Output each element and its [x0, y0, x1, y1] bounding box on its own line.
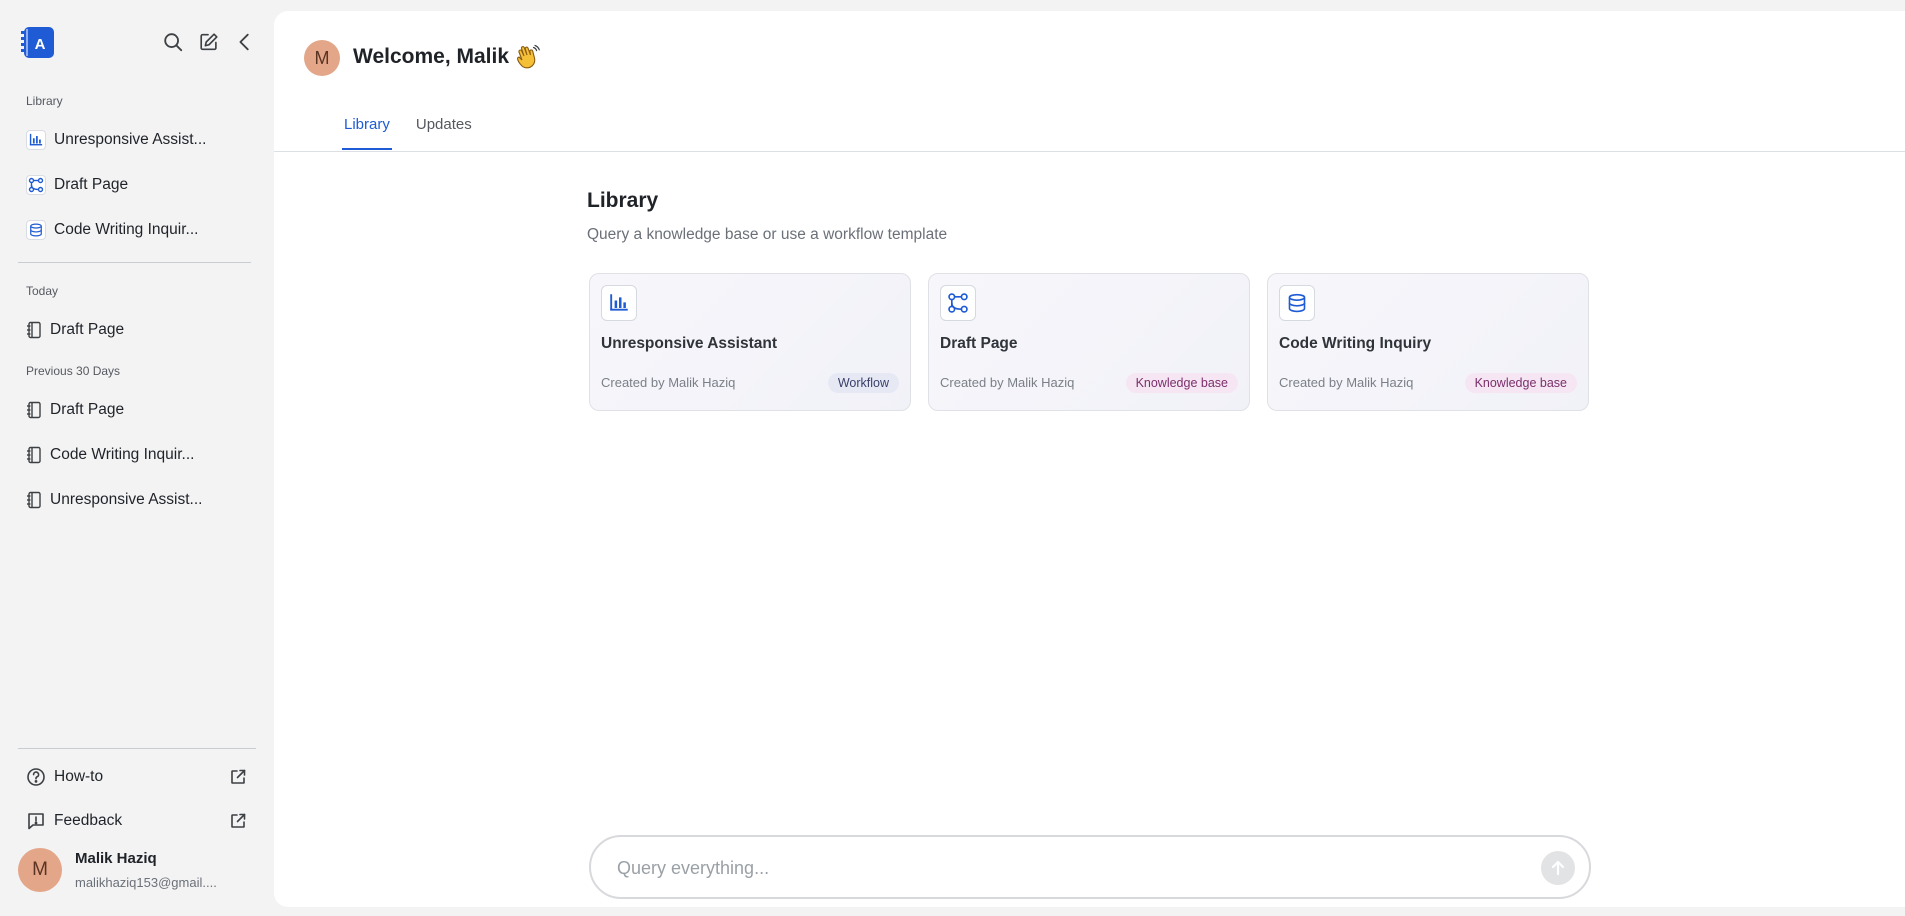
sidebar-history-item[interactable]: Draft Page	[26, 398, 124, 422]
database-icon	[1279, 285, 1315, 321]
sidebar-divider	[18, 262, 251, 263]
card-author: Created by Malik Haziq	[940, 375, 1075, 390]
library-subtitle: Query a knowledge base or use a workflow…	[587, 226, 948, 243]
help-circle-icon	[26, 767, 46, 787]
sidebar-item-label: Draft Page	[50, 401, 125, 418]
workflow-icon	[26, 175, 46, 195]
new-chat-edit-icon[interactable]	[198, 31, 220, 53]
sidebar-item-label: Code Writing Inquir...	[54, 221, 199, 238]
tab-divider	[274, 151, 1905, 152]
tab-library[interactable]: Library	[342, 116, 392, 150]
library-card-code-writing-inquiry[interactable]: Code Writing Inquiry Created by Malik Ha…	[1267, 273, 1589, 411]
arrow-up-icon	[1549, 859, 1567, 877]
card-type-badge: Workflow	[827, 373, 899, 393]
database-icon	[26, 220, 46, 240]
card-title: Unresponsive Assistant	[601, 335, 778, 352]
tab-bar: Library Updates	[342, 116, 474, 150]
app-logo[interactable]: A	[20, 26, 56, 60]
workflow-icon	[940, 285, 976, 321]
notebook-icon	[26, 321, 42, 339]
sidebar-item-draft-page[interactable]: Draft Page	[26, 173, 128, 197]
library-section-label: Library	[26, 94, 63, 108]
today-section-label: Today	[26, 284, 59, 298]
card-title: Draft Page	[940, 335, 1018, 352]
sidebar-item-unresponsive-assistant[interactable]: Unresponsive Assist...	[26, 128, 206, 152]
previous-30-days-section-label: Previous 30 Days	[26, 364, 121, 378]
card-type-badge: Knowledge base	[1464, 373, 1577, 393]
howto-label: How-to	[54, 768, 104, 785]
sidebar-item-code-writing-inquiry[interactable]: Code Writing Inquir...	[26, 218, 198, 242]
svg-text:A: A	[35, 36, 46, 53]
sidebar-item-label: Draft Page	[50, 321, 125, 338]
external-link-icon[interactable]	[229, 812, 247, 830]
waving-hand-icon	[515, 44, 541, 70]
card-title: Code Writing Inquiry	[1279, 335, 1432, 352]
sidebar-footer-divider	[18, 748, 256, 749]
card-type-badge: Knowledge base	[1125, 373, 1238, 393]
bar-chart-icon	[601, 285, 637, 321]
bar-chart-icon	[26, 130, 46, 150]
sidebar-item-label: Unresponsive Assist...	[50, 491, 203, 508]
welcome-heading: Welcome, Malik	[353, 44, 541, 70]
card-author: Created by Malik Haziq	[601, 375, 736, 390]
collapse-sidebar-chevron-icon[interactable]	[234, 31, 256, 53]
sidebar-item-label: Unresponsive Assist...	[54, 131, 207, 148]
library-card-unresponsive-assistant[interactable]: Unresponsive Assistant Created by Malik …	[589, 273, 911, 411]
library-card-draft-page[interactable]: Draft Page Created by Malik Haziq Knowle…	[928, 273, 1250, 411]
query-bar	[589, 835, 1591, 899]
notebook-icon	[26, 491, 42, 509]
main-panel: M Welcome, Malik Library Updates Library…	[274, 11, 1905, 907]
notebook-icon	[26, 446, 42, 464]
sidebar: A Library Unresponsive Assist... Draft P…	[0, 0, 272, 916]
user-name: Malik Haziq	[75, 850, 157, 867]
query-input[interactable]	[617, 855, 1517, 881]
welcome-text: Welcome, Malik	[353, 45, 510, 68]
sidebar-item-label: Draft Page	[54, 176, 129, 193]
sidebar-history-item[interactable]: Unresponsive Assist...	[26, 488, 202, 512]
tab-updates[interactable]: Updates	[414, 116, 474, 148]
external-link-icon[interactable]	[229, 768, 247, 786]
feedback-label: Feedback	[54, 812, 123, 829]
user-email: malikhaziq153@gmail....	[75, 875, 217, 890]
feedback-link[interactable]: Feedback	[26, 811, 122, 831]
header-avatar: M	[304, 40, 340, 76]
notebook-icon	[26, 401, 42, 419]
user-avatar[interactable]: M	[18, 848, 62, 892]
sidebar-history-item[interactable]: Draft Page	[26, 318, 124, 342]
sidebar-item-label: Code Writing Inquir...	[50, 446, 195, 463]
feedback-alert-icon	[26, 811, 46, 831]
howto-link[interactable]: How-to	[26, 767, 103, 787]
search-icon[interactable]	[162, 31, 184, 53]
library-title: Library	[587, 189, 659, 212]
sidebar-history-item[interactable]: Code Writing Inquir...	[26, 443, 194, 467]
card-author: Created by Malik Haziq	[1279, 375, 1414, 390]
send-button[interactable]	[1541, 851, 1575, 885]
